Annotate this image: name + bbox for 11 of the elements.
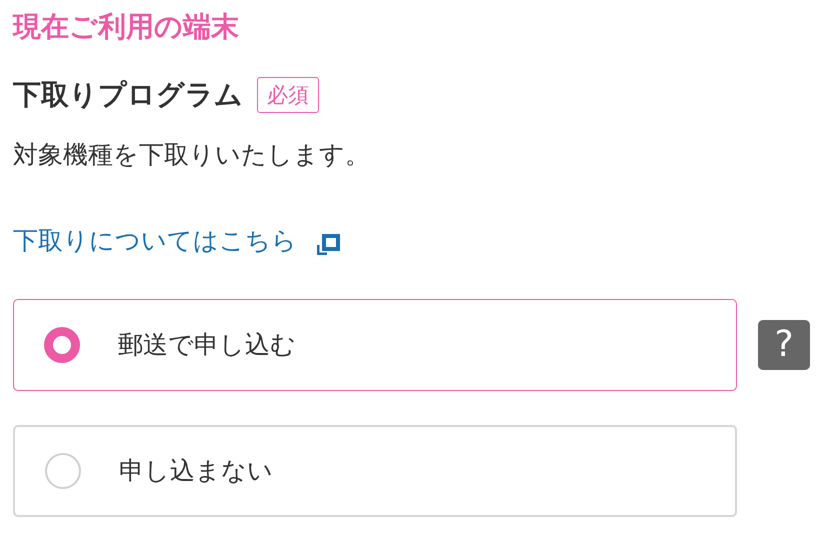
radio-icon <box>45 453 81 489</box>
info-link[interactable]: 下取りについてはこちら <box>13 223 297 259</box>
required-badge: 必須 <box>257 77 319 113</box>
radio-option[interactable]: 申し込まない <box>13 425 737 517</box>
section-heading: 下取りプログラム <box>13 77 243 113</box>
radio-option[interactable]: 郵送で申し込む <box>13 299 737 391</box>
external-link-icon <box>317 233 341 255</box>
radio-icon <box>44 327 80 363</box>
description-text: 対象機種を下取りいたします。 <box>13 139 371 171</box>
help-button[interactable]: ? <box>758 320 810 370</box>
section-title: 現在ご利用の端末 <box>13 9 240 45</box>
